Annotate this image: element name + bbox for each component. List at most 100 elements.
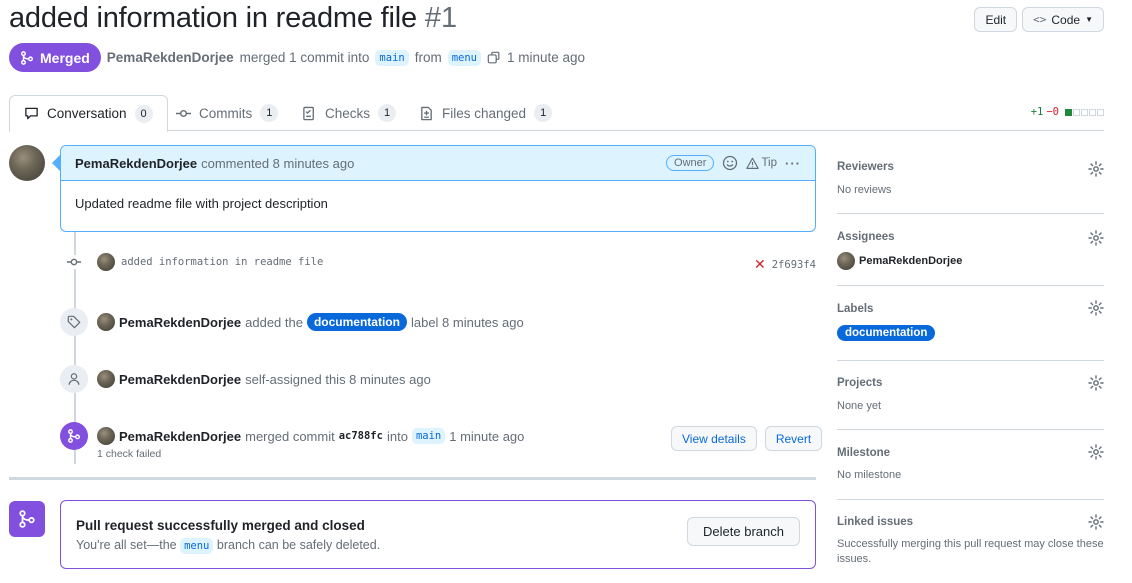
tab-checks[interactable]: Checks 1 [288, 95, 410, 131]
gear-icon[interactable] [1088, 375, 1104, 391]
from-text: from [414, 50, 442, 65]
file-diff-icon [421, 106, 432, 120]
comment-caret [52, 155, 60, 171]
code-button[interactable]: <> Code ▼ [1022, 7, 1104, 32]
tab-label: Files changed [442, 105, 527, 121]
merged-text: merged 1 commit into [239, 50, 370, 65]
pr-author-link[interactable]: PemaRekdenDorjee [107, 50, 234, 65]
sidebar-assignees: Assignees PemaRekdenDorjee [837, 214, 1104, 286]
tab-files-changed[interactable]: Files changed 1 [405, 95, 566, 131]
view-details-button[interactable]: View details [671, 426, 757, 451]
event-text: label 8 minutes ago [410, 314, 524, 330]
commit-status: ✕ 2f693f4 [754, 256, 816, 273]
code-label: Code [1051, 12, 1081, 27]
commit-sha[interactable]: 2f693f4 [772, 259, 816, 271]
documentation-label[interactable]: documentation [306, 313, 407, 331]
diff-additions: +1 [1030, 106, 1044, 118]
event-text: into [386, 428, 408, 444]
linked-issues-heading[interactable]: Linked issues [837, 516, 1104, 528]
delete-branch-button[interactable]: Delete branch [687, 517, 800, 546]
commit-message[interactable]: added information in readme file [121, 256, 323, 268]
diff-deletions: −0 [1046, 106, 1059, 118]
merge-branch[interactable]: main [411, 428, 446, 444]
assignees-heading[interactable]: Assignees [837, 231, 1104, 243]
gear-icon[interactable] [1088, 444, 1104, 460]
tip-label: Tip [761, 157, 777, 169]
avatar[interactable] [97, 427, 115, 445]
head-branch[interactable]: menu [447, 49, 482, 66]
avatar[interactable] [97, 253, 115, 271]
timeline-commit: added information in readme file [60, 253, 323, 271]
tag-icon [60, 308, 88, 336]
pr-title-row: added information in readme file #1 [9, 2, 457, 35]
event-author[interactable]: PemaRekdenDorjee [119, 315, 241, 330]
comment-action: commented 8 minutes ago [201, 155, 355, 171]
tab-counter: 0 [134, 104, 153, 123]
comment-body: Updated readme file with project descrip… [75, 196, 328, 211]
sidebar-projects: Projects None yet [837, 361, 1104, 430]
commit-icon [176, 109, 191, 117]
merge-sub-text: You're all set—the [76, 538, 177, 552]
diffstat: +1 −0 [1031, 106, 1104, 118]
person-icon [60, 365, 88, 393]
check-failed-link[interactable]: 1 check failed [97, 448, 161, 460]
revert-button[interactable]: Revert [764, 426, 823, 451]
assignee-name: PemaRekdenDorjee [859, 255, 963, 267]
merged-state-badge: Merged [9, 43, 101, 72]
tip-button[interactable]: Tip [746, 157, 777, 170]
avatar[interactable] [97, 370, 115, 388]
event-author[interactable]: PemaRekdenDorjee [119, 429, 241, 444]
kebab-menu-icon[interactable]: ··· [785, 156, 801, 171]
comment-box: PemaRekdenDorjee commented 8 minutes ago… [60, 145, 816, 232]
tab-label: Commits [199, 105, 253, 121]
labels-heading[interactable]: Labels [837, 303, 1104, 315]
sidebar-milestone: Milestone No milestone [837, 430, 1104, 500]
reviewers-heading[interactable]: Reviewers [837, 161, 1104, 173]
reviewers-value: No reviews [837, 184, 892, 196]
gear-icon[interactable] [1088, 230, 1104, 246]
timeline-divider [9, 477, 816, 480]
assignee-user[interactable]: PemaRekdenDorjee [837, 252, 1104, 270]
base-branch[interactable]: main [375, 49, 409, 66]
merge-status-box: Pull request successfully merged and clo… [60, 500, 816, 569]
alert-icon [746, 157, 760, 169]
gear-icon[interactable] [1088, 161, 1104, 177]
tab-conversation[interactable]: Conversation 0 [9, 95, 168, 132]
event-time: 1 minute ago [449, 428, 525, 444]
comment-header: PemaRekdenDorjee commented 8 minutes ago… [61, 146, 815, 181]
linked-issues-value: Successfully merging this pull request m… [837, 538, 1104, 565]
milestone-heading[interactable]: Milestone [837, 447, 1104, 459]
copy-icon[interactable] [487, 51, 501, 65]
edit-button[interactable]: Edit [974, 7, 1018, 32]
tab-counter: 1 [260, 104, 279, 122]
tab-label: Checks [325, 105, 371, 121]
merge-icon [19, 510, 35, 528]
avatar[interactable] [97, 313, 115, 331]
gear-icon[interactable] [1088, 514, 1104, 530]
merge-commit-sha[interactable]: ac788fc [339, 430, 383, 442]
tab-counter: 1 [534, 104, 553, 122]
event-author[interactable]: PemaRekdenDorjee [119, 372, 241, 387]
timeline-merge-event: PemaRekdenDorjee merged commit ac788fc i… [60, 422, 524, 450]
gear-icon[interactable] [1088, 300, 1104, 316]
pr-time: 1 minute ago [507, 50, 586, 65]
sidebar-reviewers: Reviewers No reviews [837, 145, 1104, 214]
state-label: Merged [40, 49, 90, 66]
tab-label: Conversation [47, 106, 127, 121]
merge-icon [60, 422, 88, 450]
pr-tabs: Conversation 0 Commits 1 Checks 1 Files … [9, 95, 1104, 132]
comment-author[interactable]: PemaRekdenDorjee [75, 156, 197, 171]
documentation-label[interactable]: documentation [837, 325, 936, 341]
code-icon: <> [1033, 13, 1047, 26]
avatar[interactable] [9, 145, 45, 181]
comment-icon [25, 107, 38, 120]
x-fail-icon[interactable]: ✕ [754, 256, 766, 273]
merged-branch[interactable]: menu [180, 538, 214, 554]
projects-heading[interactable]: Projects [837, 377, 1104, 389]
commit-icon [60, 255, 88, 269]
event-text: merged commit [245, 428, 335, 444]
avatar [837, 252, 855, 270]
chevron-down-icon: ▼ [1085, 15, 1093, 24]
smiley-icon[interactable] [722, 155, 738, 171]
tab-commits[interactable]: Commits 1 [162, 95, 292, 131]
